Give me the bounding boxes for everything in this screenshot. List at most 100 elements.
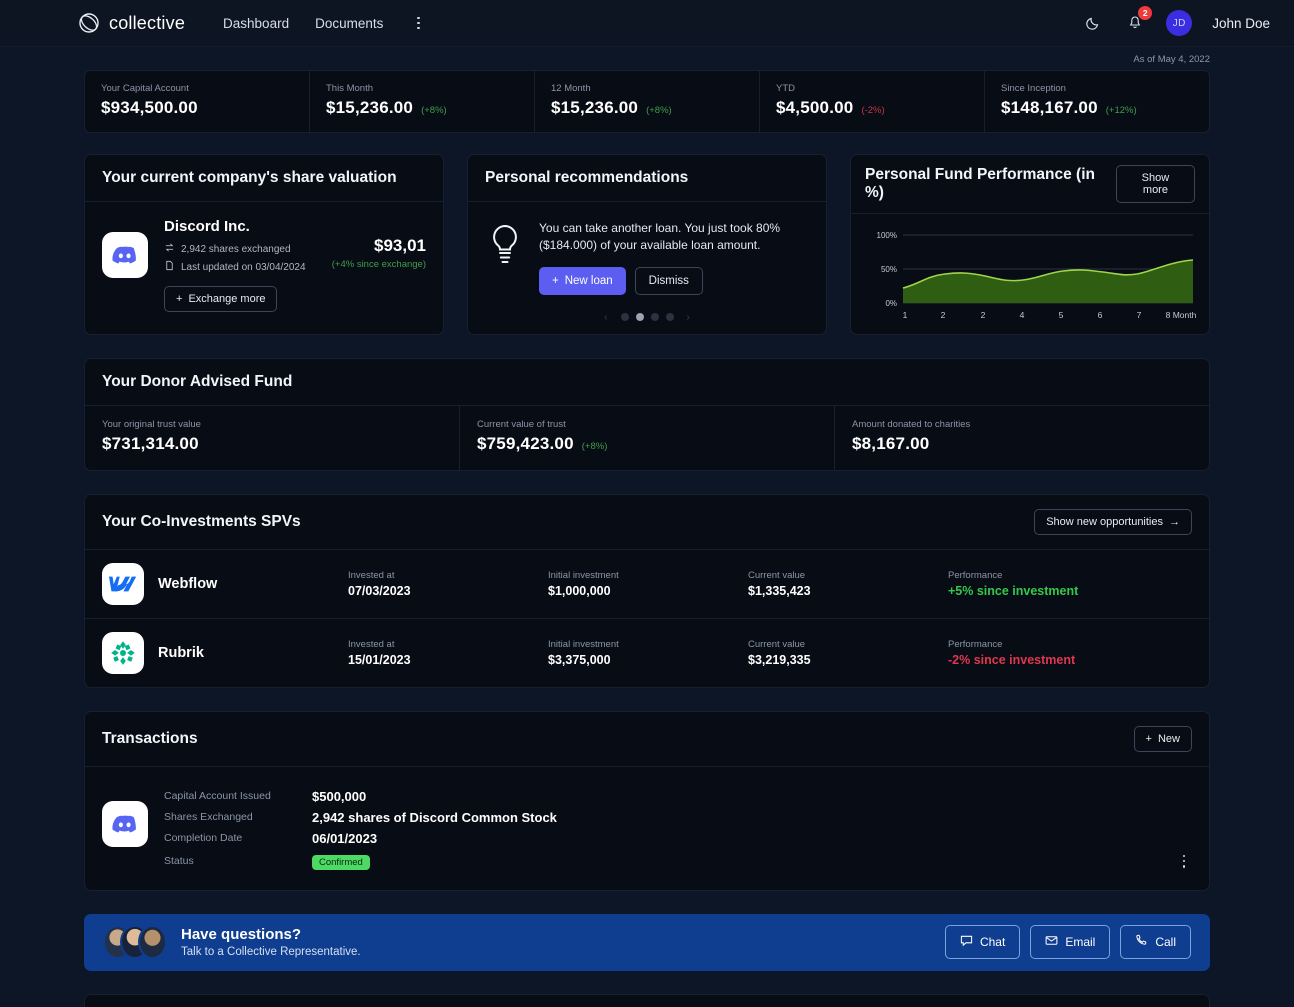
bell-icon[interactable]: 2 [1124,6,1153,34]
stat-label: 12 Month [551,83,591,94]
cell-value: 07/03/2023 [348,583,411,598]
stat-label: This Month [326,83,373,94]
dashboard-page: collective Dashboard Documents 2 JD John… [0,0,1294,1007]
shares-exchanged-row: 2,942 shares exchanged [164,242,316,256]
summary-stats: Your Capital Account $934,500.00 This Mo… [84,70,1210,133]
fund-performance-card: Personal Fund Performance (in %) Show mo… [850,154,1210,335]
lightbulb-icon [485,222,525,295]
show-more-button[interactable]: Show more [1115,165,1195,203]
chart-area-fill [903,260,1193,303]
show-new-opportunities-button[interactable]: Show new opportunities → [1034,508,1192,535]
stat-value: $934,500.00 [101,98,198,117]
column-header: Current value [748,569,806,581]
field-value: $500,000 [312,788,367,804]
fund-performance-title: Personal Fund Performance (in %) [865,166,1095,201]
xtick-8: 8 Month [1166,310,1197,320]
share-price-block: $93,01 (+4% since exchange) [332,218,426,312]
carousel-dot[interactable] [650,313,659,322]
donor-advised-fund-card: Your Donor Advised Fund Your original tr… [84,357,1210,471]
column-header: Initial investment [548,638,619,650]
recommendation-actions: + New loan Dismiss [539,266,809,295]
exchange-more-button[interactable]: + Exchange more [164,286,278,312]
plus-icon: + [552,274,559,287]
recommendation-text: You can take another loan. You just took… [539,221,781,253]
stat-delta: (+8%) [421,105,447,116]
spv-invested-at: Invested at 07/03/2023 [348,570,548,598]
xtick-7: 7 [1137,310,1142,320]
recommendation-content: You can take another loan. You just took… [539,220,809,295]
card-header: Transactions + New [85,712,1209,767]
cell-value: $759,423.00 [477,433,574,453]
new-loan-button[interactable]: + New loan [539,266,626,295]
new-transaction-label: New [1157,732,1180,745]
recommendations-title: Personal recommendations [485,169,689,186]
as-of-date: As of May 4, 2022 [1133,54,1210,65]
transaction-row: Capital Account Issued $500,000 Shares E… [85,767,1209,890]
kebab-menu-icon[interactable] [1175,854,1193,868]
call-button[interactable]: Call [1120,925,1191,960]
stat-label: Your Capital Account [101,83,189,94]
ytick-50: 50% [881,265,897,274]
shares-exchanged-text: 2,942 shares exchanged [181,243,291,255]
user-name[interactable]: John Doe [1212,16,1270,31]
avatar [137,925,167,960]
call-label: Call [1155,935,1176,950]
donor-fund-title: Your Donor Advised Fund [102,372,293,390]
table-row[interactable]: Rubrik Invested at 15/01/2023 Initial in… [85,619,1209,687]
chevron-left-icon[interactable]: ‹ [598,312,613,323]
carousel-dots: ‹ › [468,303,826,334]
help-banner: Have questions? Talk to a Collective Rep… [84,913,1210,971]
chat-label: Chat [979,935,1006,950]
transactions-title: Transactions [102,729,198,747]
new-transaction-button[interactable]: + New [1133,725,1192,752]
co-investments-card: Your Co-Investments SPVs Show new opport… [84,493,1210,688]
share-valuation-details: Discord Inc. 2,942 shares exchanged Last… [164,218,316,312]
share-valuation-body: Discord Inc. 2,942 shares exchanged Last… [85,202,443,332]
stat-value: $148,167.00 [1001,98,1098,117]
column-header: Initial investment [548,569,619,581]
representatives-avatars [103,925,167,960]
cell-value: $1,000,000 [548,583,611,598]
table-row[interactable]: Webflow Invested at 07/03/2023 Initial i… [85,550,1209,619]
email-label: Email [1065,935,1096,950]
spv-performance: Performance -2% since investment [948,639,1192,667]
donor-fund-values: Your original trust value $731,314.00 Cu… [85,405,1209,470]
cell-value: $731,314.00 [102,433,199,453]
brand-name: collective [109,12,186,33]
discord-logo-icon [102,800,148,847]
page-content: As of May 4, 2022 Your Capital Account $… [0,47,1294,1007]
cell-label: Your original trust value [102,418,201,430]
company-name: Discord Inc. [164,218,250,235]
card-header: Your Donor Advised Fund [85,359,1209,406]
nav-item-documents[interactable]: Documents [315,16,383,31]
column-header: Invested at [348,569,395,581]
kebab-menu-icon[interactable] [409,16,427,30]
xtick-6: 6 [1098,310,1103,320]
nav-item-dashboard[interactable]: Dashboard [223,16,289,31]
share-price: $93,01 [374,236,426,255]
cell-value: 15/01/2023 [348,652,411,667]
top-navigation-bar: collective Dashboard Documents 2 JD John… [0,0,1294,47]
spv-initial-investment: Initial investment $3,375,000 [548,639,748,667]
page-title: Your current company's share valuation [102,169,397,186]
field-label: Status [164,854,194,867]
spv-initial-investment: Initial investment $1,000,000 [548,570,748,598]
carousel-dot[interactable] [665,313,674,322]
spv-current-value: Current value $3,219,335 [748,639,948,667]
stat-delta: (+8%) [646,105,672,116]
carousel-dot[interactable] [620,313,629,322]
dismiss-button[interactable]: Dismiss [634,266,703,295]
spv-company-name: Rubrik [158,644,204,661]
document-icon [164,260,175,274]
chat-button[interactable]: Chat [944,925,1021,960]
brand-logo[interactable]: collective [78,12,185,34]
avatar[interactable]: JD [1166,10,1193,36]
column-header: Invested at [348,638,395,650]
chevron-right-icon[interactable]: › [681,312,696,323]
xtick-1: 1 [903,310,908,320]
cell-value: $3,375,000 [548,652,611,667]
spv-current-value: Current value $1,335,423 [748,570,948,598]
email-button[interactable]: Email [1030,925,1111,960]
carousel-dot-active[interactable] [635,313,644,322]
moon-icon[interactable] [1082,12,1104,34]
